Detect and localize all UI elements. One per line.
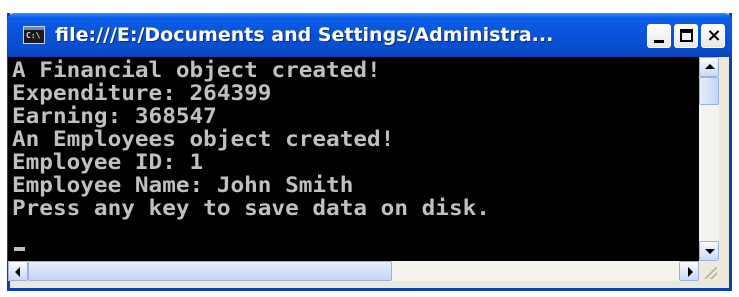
minimize-icon (654, 40, 664, 43)
horizontal-scrollbar[interactable] (8, 261, 699, 281)
icon-text: C:\ (26, 31, 41, 40)
console-line: Earning: 368547 (12, 104, 217, 128)
resize-grip-icon (705, 267, 717, 279)
scroll-down-button[interactable] (699, 241, 719, 261)
close-button[interactable]: × (701, 24, 725, 48)
console-line: Press any key to save data on disk. (12, 196, 490, 220)
vertical-scrollbar[interactable] (699, 57, 719, 261)
icon-strip (24, 27, 44, 30)
title-bar[interactable]: C:\ file:///E:/Documents and Settings/Ad… (7, 13, 732, 57)
maximize-icon (680, 29, 693, 42)
console-app-icon[interactable]: C:\ (23, 26, 45, 44)
maximize-button[interactable] (674, 24, 698, 48)
horizontal-scroll-thumb[interactable] (28, 261, 392, 281)
console-output[interactable]: A Financial object created! Expenditure:… (8, 57, 699, 261)
resize-grip[interactable] (699, 261, 719, 281)
console-line: An Employees object created! (12, 127, 395, 151)
console-line: Employee ID: 1 (12, 150, 204, 174)
down-arrow-icon (705, 249, 715, 254)
console-line: A Financial object created! (12, 58, 381, 82)
console-line: Employee Name: John Smith (12, 173, 354, 197)
scroll-left-button[interactable] (8, 261, 28, 281)
window-title: file:///E:/Documents and Settings/Admini… (55, 24, 554, 46)
scroll-up-button[interactable] (699, 57, 719, 77)
vertical-scroll-thumb[interactable] (699, 77, 719, 105)
close-icon: × (706, 25, 722, 46)
minimize-button[interactable] (647, 24, 671, 48)
right-arrow-icon (688, 267, 693, 277)
left-arrow-icon (15, 267, 20, 277)
up-arrow-icon (705, 64, 715, 69)
console-line: Expenditure: 264399 (12, 81, 272, 105)
scroll-right-button[interactable] (679, 261, 699, 281)
text-cursor (14, 247, 25, 251)
